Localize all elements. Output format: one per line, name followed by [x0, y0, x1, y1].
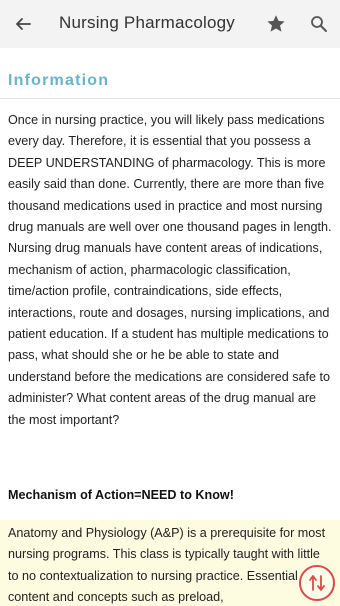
- section-heading: Information: [8, 72, 110, 89]
- scroll-arrows-icon: [309, 575, 325, 591]
- search-button[interactable]: [307, 12, 331, 36]
- section-divider: [0, 98, 340, 99]
- scroll-fab-button[interactable]: [299, 565, 335, 601]
- search-icon: [311, 16, 327, 32]
- page-title: Nursing Pharmacology: [59, 13, 235, 32]
- app-screen: Nursing Pharmacology Information Once in…: [0, 0, 340, 606]
- star-icon: [267, 15, 285, 32]
- back-button[interactable]: [10, 11, 36, 37]
- article-content[interactable]: Information Once in nursing practice, yo…: [0, 48, 340, 606]
- intro-paragraph: Once in nursing practice, you will likel…: [8, 113, 332, 427]
- favorite-button[interactable]: [263, 11, 289, 37]
- arrow-left-icon: [16, 18, 31, 30]
- mechanism-subheading: Mechanism of Action=NEED to Know!: [8, 488, 234, 502]
- highlighted-paragraph: Anatomy and Physiology (A&P) is a prereq…: [8, 526, 326, 605]
- top-app-bar: Nursing Pharmacology: [0, 0, 340, 48]
